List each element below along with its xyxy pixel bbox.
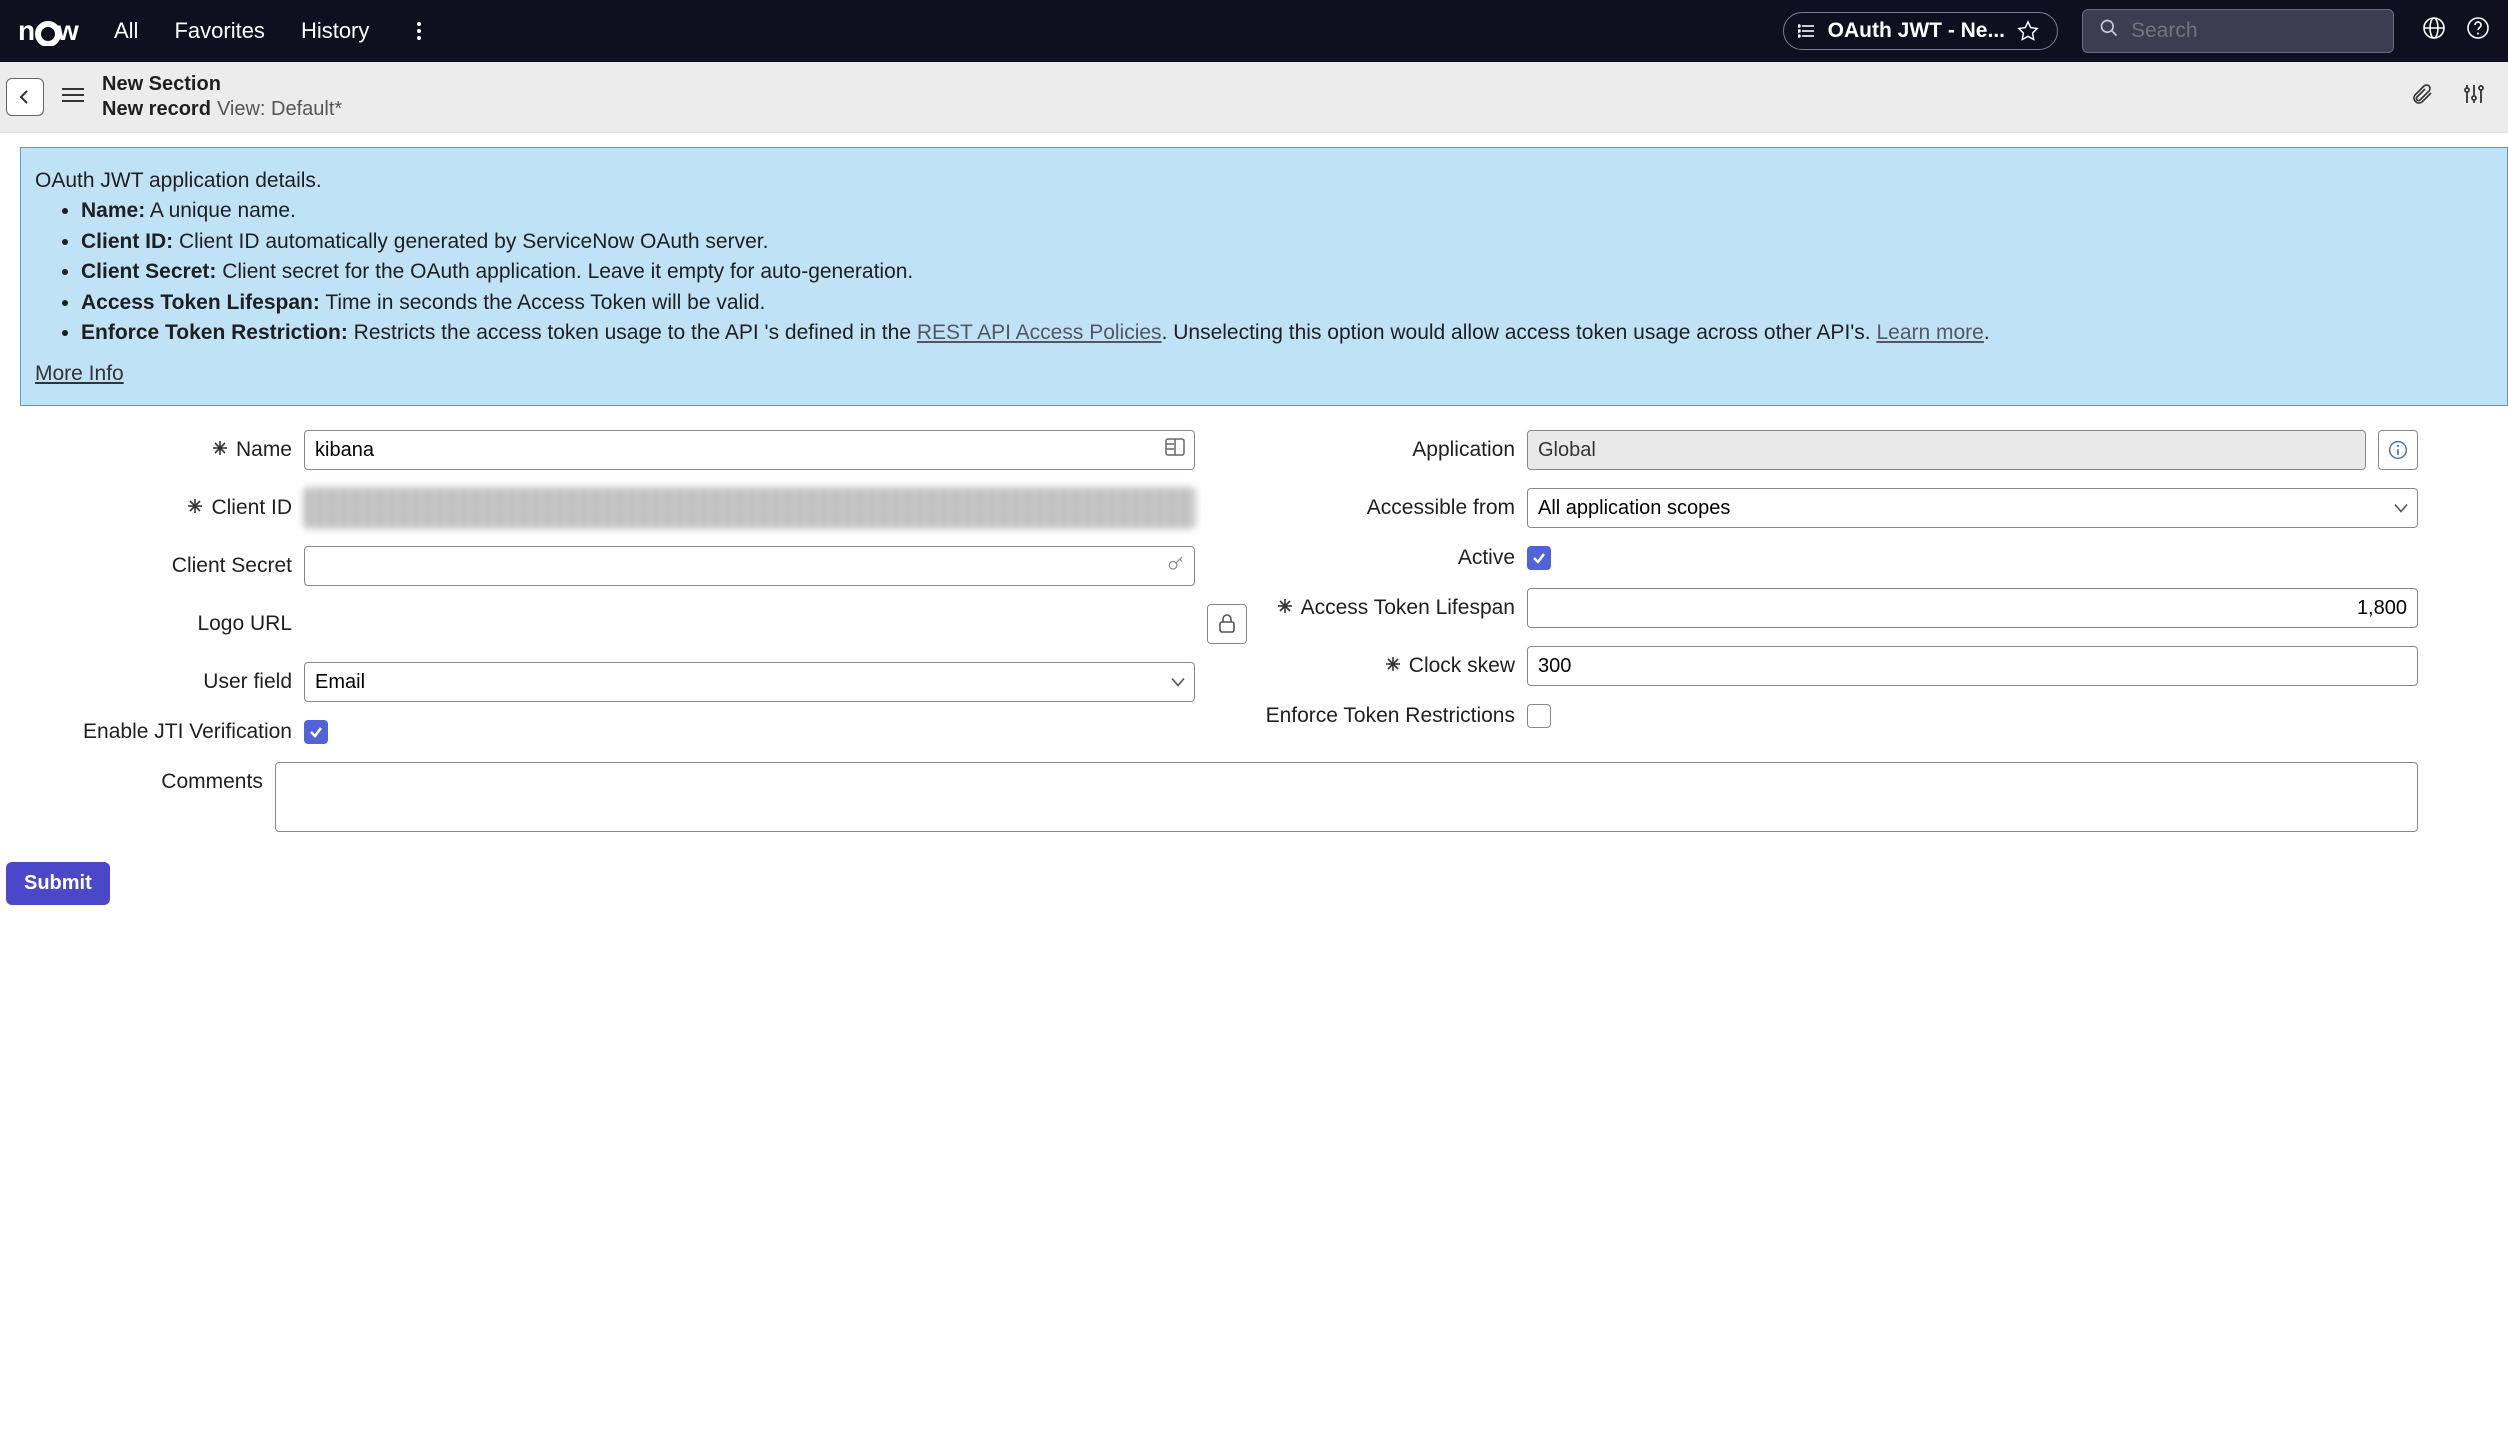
submit-bar: Submit <box>6 862 2508 905</box>
top-right-icons <box>2422 16 2490 46</box>
now-logo-icon: n w <box>18 16 90 46</box>
row-accessible-from: Accessible from <box>1243 488 2418 528</box>
form-left-column: Name Client ID <box>20 430 1195 744</box>
info-icon <box>2388 440 2408 460</box>
svg-text:n: n <box>18 16 35 46</box>
active-label: Active <box>1458 546 1515 570</box>
clock-skew-label: Clock skew <box>1409 654 1515 678</box>
learn-more-link[interactable]: Learn more <box>1876 321 1983 344</box>
form-right-column: Application Accessible from <box>1243 430 2418 744</box>
row-enable-jti: Enable JTI Verification <box>20 720 1195 744</box>
content: OAuth JWT application details. Name: A u… <box>0 147 2508 929</box>
lock-icon <box>1218 614 1236 634</box>
clock-skew-input[interactable] <box>1527 646 2418 686</box>
rest-api-policies-link[interactable]: REST API Access Policies <box>917 321 1162 344</box>
help-icon[interactable] <box>2466 16 2490 46</box>
banner-item: Name: A unique name. <box>81 196 2495 226</box>
required-asterisk-icon <box>1385 654 1401 678</box>
row-access-token-lifespan: Access Token Lifespan <box>1243 588 2418 628</box>
search-icon <box>2099 18 2119 44</box>
attachment-icon[interactable] <box>2410 82 2434 112</box>
accessible-from-select[interactable] <box>1527 488 2418 528</box>
comments-textarea[interactable] <box>275 762 2418 832</box>
row-enforce-token-restrictions: Enforce Token Restrictions <box>1243 704 2418 728</box>
application-label: Application <box>1412 438 1515 462</box>
global-search[interactable] <box>2082 9 2394 53</box>
row-application: Application <box>1243 430 2418 470</box>
banner-item: Enforce Token Restriction: Restricts the… <box>81 318 2495 348</box>
globe-icon[interactable] <box>2422 16 2446 46</box>
active-checkbox[interactable] <box>1527 546 1551 570</box>
row-client-id: Client ID <box>20 488 1195 528</box>
row-clock-skew: Clock skew <box>1243 646 2418 686</box>
settings-sliders-icon[interactable] <box>2462 82 2486 112</box>
subheader-text: New Section New recordView: Default* <box>102 72 342 122</box>
kebab-icon <box>417 22 421 40</box>
access-token-lifespan-label: Access Token Lifespan <box>1301 596 1515 620</box>
more-info-link[interactable]: More Info <box>35 359 124 389</box>
nav-kebab-menu[interactable] <box>405 22 433 40</box>
row-comments: Comments <box>20 762 2418 832</box>
search-input[interactable] <box>2131 19 2377 43</box>
check-icon <box>1531 550 1547 566</box>
required-asterisk-icon <box>212 438 228 462</box>
banner-list: Name: A unique name. Client ID: Client I… <box>81 196 2495 348</box>
row-active: Active <box>1243 546 2418 570</box>
submit-button[interactable]: Submit <box>6 862 110 905</box>
context-menu-icon[interactable] <box>62 86 84 109</box>
check-icon <box>308 724 324 740</box>
enforce-token-restrictions-label: Enforce Token Restrictions <box>1266 704 1515 728</box>
banner-item: Client Secret: Client secret for the OAu… <box>81 257 2495 287</box>
page-record-line: New recordView: Default* <box>102 97 342 122</box>
client-id-label: Client ID <box>211 496 292 520</box>
pill-title: OAuth JWT - Ne... <box>1828 19 2005 43</box>
row-client-secret: Client Secret <box>20 546 1195 586</box>
application-input <box>1527 430 2366 470</box>
banner-item: Client ID: Client ID automatically gener… <box>81 227 2495 257</box>
chevron-left-icon <box>17 89 33 105</box>
required-asterisk-icon <box>187 496 203 520</box>
nav-item-favorites[interactable]: Favorites <box>174 18 264 44</box>
info-banner: OAuth JWT application details. Name: A u… <box>20 147 2508 406</box>
logo: n w <box>18 16 90 46</box>
user-field-label: User field <box>203 670 292 694</box>
svg-text:w: w <box>56 16 79 46</box>
logo-url-label: Logo URL <box>197 612 292 636</box>
row-logo-url: Logo URL <box>20 604 1195 644</box>
client-secret-label: Client Secret <box>172 554 292 578</box>
enable-jti-label: Enable JTI Verification <box>83 720 292 744</box>
client-id-input[interactable] <box>304 488 1195 528</box>
subheader-actions <box>2410 82 2486 112</box>
comments-label: Comments <box>161 770 263 794</box>
star-outline-icon[interactable] <box>2017 20 2039 42</box>
enable-jti-checkbox[interactable] <box>304 720 328 744</box>
required-asterisk-icon <box>1277 596 1293 620</box>
top-nav: n w All Favorites History OAuth JWT - Ne… <box>0 0 2508 62</box>
client-secret-input[interactable] <box>304 546 1195 586</box>
nav-item-all[interactable]: All <box>114 18 138 44</box>
application-info-button[interactable] <box>2378 430 2418 470</box>
row-user-field: User field <box>20 662 1195 702</box>
row-name: Name <box>20 430 1195 470</box>
name-input[interactable] <box>304 430 1195 470</box>
context-pill[interactable]: OAuth JWT - Ne... <box>1783 12 2058 50</box>
page-section-title: New Section <box>102 72 342 97</box>
list-icon <box>1798 24 1816 38</box>
form-grid: Name Client ID <box>20 430 2418 744</box>
nav-item-history[interactable]: History <box>301 18 369 44</box>
banner-intro: OAuth JWT application details. <box>35 166 2495 196</box>
user-field-select[interactable] <box>304 662 1195 702</box>
banner-item: Access Token Lifespan: Time in seconds t… <box>81 288 2495 318</box>
back-button[interactable] <box>6 78 44 116</box>
accessible-from-label: Accessible from <box>1367 496 1515 520</box>
access-token-lifespan-input[interactable] <box>1527 588 2418 628</box>
subheader: New Section New recordView: Default* <box>0 62 2508 133</box>
nav-items: All Favorites History <box>114 18 433 44</box>
name-label: Name <box>236 438 292 462</box>
enforce-token-restrictions-checkbox[interactable] <box>1527 704 1551 728</box>
logo-url-lock-button[interactable] <box>1207 604 1247 644</box>
